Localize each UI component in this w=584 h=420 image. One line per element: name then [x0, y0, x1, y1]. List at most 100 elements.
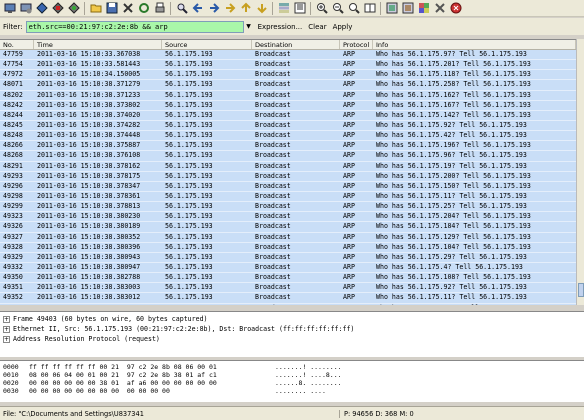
display-filters-icon[interactable] — [400, 1, 415, 15]
restart-capture-icon[interactable] — [66, 1, 81, 15]
chevron-down-icon: ▼ — [246, 23, 251, 30]
table-row[interactable]: 49326 2011-03-16 15:10:38.380189 56.1.175.… — [0, 222, 576, 233]
table-row[interactable]: 49299 2011-03-16 15:10:38.378813 56.1.175.… — [0, 202, 576, 213]
table-row[interactable]: 47754 2011-03-16 15:10:33.581443 56.1.175.… — [0, 60, 576, 71]
preferences-icon[interactable] — [432, 1, 447, 15]
cell-source: 56.1.175.193 — [165, 293, 213, 302]
hex-ascii[interactable]: ........ .... — [275, 387, 326, 395]
table-row[interactable]: 47759 2011-03-16 15:10:33.367038 56.1.175.… — [0, 50, 576, 61]
cell-info: Who has 56.1.175.29? Tell 56.1.175.193 — [376, 252, 527, 261]
column-header-time[interactable]: Time — [34, 40, 162, 49]
table-row[interactable]: 49296 2011-03-16 15:10:38.378347 56.1.175.… — [0, 181, 576, 192]
capture-filters-icon[interactable] — [384, 1, 399, 15]
cell-destination: Broadcast — [255, 141, 291, 150]
hex-ascii[interactable]: .......! ........ — [275, 363, 342, 371]
go-last-icon[interactable] — [254, 1, 269, 15]
table-row[interactable]: 49323 2011-03-16 15:10:38.380230 56.1.175.… — [0, 212, 576, 223]
scrollbar-thumb[interactable] — [578, 283, 584, 297]
go-forward-icon[interactable] — [206, 1, 221, 15]
find-icon[interactable] — [174, 1, 189, 15]
expand-icon[interactable]: + — [3, 325, 10, 333]
detail-arp[interactable]: + Address Resolution Protocol (request) — [0, 334, 584, 344]
cell-source: 56.1.175.193 — [165, 242, 213, 251]
table-row[interactable]: 48268 2011-03-16 15:10:38.376108 56.1.175.… — [0, 151, 576, 162]
open-file-icon[interactable] — [88, 1, 103, 15]
table-row[interactable]: 49352 2011-03-16 15:10:38.383012 56.1.175.… — [0, 293, 576, 304]
zoom-out-icon[interactable] — [330, 1, 345, 15]
table-row[interactable]: 48244 2011-03-16 15:10:38.374020 56.1.175.… — [0, 110, 576, 121]
cell-no: 49352 — [3, 293, 23, 302]
table-row[interactable]: 48071 2011-03-16 15:10:38.371279 56.1.175.… — [0, 80, 576, 91]
zoom-in-icon[interactable] — [314, 1, 329, 15]
hex-bytes[interactable]: ff ff ff ff ff ff 00 21 97 c2 2e 8b 08 0… — [29, 363, 275, 371]
table-row[interactable]: 48266 2011-03-16 15:10:38.375887 56.1.175.… — [0, 141, 576, 152]
clear-button[interactable]: Clear — [308, 23, 326, 31]
table-row[interactable]: 49328 2011-03-16 15:10:38.380396 56.1.175.… — [0, 242, 576, 253]
filter-dropdown-button[interactable]: ▼ — [244, 21, 254, 33]
cell-info: Who has 56.1.175.25? Tell 56.1.175.193 — [376, 202, 527, 211]
options-icon[interactable] — [18, 1, 33, 15]
table-row[interactable]: 49293 2011-03-16 15:10:38.378175 56.1.175.… — [0, 171, 576, 182]
cell-time: 2011-03-16 15:10:38.383003 — [37, 283, 141, 292]
table-row[interactable]: 48202 2011-03-16 15:10:38.371233 56.1.175.… — [0, 90, 576, 101]
table-row[interactable]: 493742011-03-16 15:10:38.38494156.1.175.… — [0, 303, 576, 305]
table-row[interactable]: 49327 2011-03-16 15:10:38.380352 56.1.175.… — [0, 232, 576, 243]
resize-columns-icon[interactable] — [362, 1, 377, 15]
cell-info: Who has 56.1.175.42? Tell 56.1.175.193 — [376, 131, 527, 140]
cell-time: 2011-03-16 15:10:33.581443 — [37, 60, 141, 69]
column-header-protocol[interactable]: Protocol — [340, 40, 373, 49]
apply-button[interactable]: Apply — [333, 23, 353, 31]
table-row[interactable]: 49332 2011-03-16 15:10:38.380947 56.1.175.… — [0, 262, 576, 274]
cell-info: Who has 56.1.175.11? Tell 56.1.175.193 — [376, 191, 527, 200]
hex-ascii[interactable]: ......8. ........ — [275, 379, 342, 387]
auto-scroll-icon[interactable] — [292, 1, 307, 15]
detail-frame[interactable]: + Frame 49403 (60 bytes on wire, 60 byte… — [0, 314, 584, 324]
packet-list-scrollbar[interactable] — [576, 39, 584, 305]
table-row[interactable]: 49329 2011-03-16 15:10:38.380943 56.1.175.… — [0, 252, 576, 263]
go-back-icon[interactable] — [190, 1, 205, 15]
hex-ascii[interactable]: .......! ....8... — [275, 371, 342, 379]
cell-protocol: ARP — [343, 120, 355, 129]
hex-bytes[interactable]: 08 00 06 04 00 01 00 21 97 c2 2e 8b 38 0… — [29, 371, 275, 379]
table-row[interactable]: 48242 2011-03-16 15:10:38.373802 56.1.175.… — [0, 100, 576, 111]
column-header-source[interactable]: Source — [162, 40, 252, 49]
table-row[interactable]: 49350 2011-03-16 15:10:38.382788 56.1.175.… — [0, 273, 576, 284]
expand-icon[interactable]: + — [3, 315, 10, 323]
detail-ethernet[interactable]: + Ethernet II, Src: 56.1.175.193 (00:21:… — [0, 324, 584, 334]
table-row[interactable]: 48248 2011-03-16 15:10:38.374448 56.1.175.… — [0, 131, 576, 142]
expression-button[interactable]: Expression... — [258, 23, 303, 31]
go-first-icon[interactable] — [238, 1, 253, 15]
table-row[interactable]: 48245 2011-03-16 15:10:38.374282 56.1.175.… — [0, 120, 576, 132]
cell-protocol: ARP — [343, 50, 355, 58]
cell-no: 48242 — [3, 100, 23, 109]
table-row[interactable]: 47972 2011-03-16 15:10:34.150005 56.1.175.… — [0, 70, 576, 81]
table-row[interactable]: 49298 2011-03-16 15:10:38.378361 56.1.175.… — [0, 191, 576, 203]
close-file-icon[interactable] — [120, 1, 135, 15]
normal-size-icon[interactable] — [346, 1, 361, 15]
coloring-rules-icon[interactable] — [416, 1, 431, 15]
table-row[interactable]: 48291 2011-03-16 15:10:38.378162 56.1.175.… — [0, 161, 576, 172]
cell-destination: Broadcast — [255, 60, 291, 69]
packet-list[interactable]: No. Time Source Destination Protocol Inf… — [0, 39, 576, 305]
column-header-no[interactable]: No. — [0, 40, 34, 49]
stop-capture-icon[interactable] — [50, 1, 65, 15]
hex-bytes[interactable]: 00 00 00 00 00 00 00 00 00 00 00 00 — [29, 387, 275, 395]
start-capture-icon[interactable] — [34, 1, 49, 15]
print-icon[interactable] — [152, 1, 167, 15]
cell-no: 48244 — [3, 110, 23, 119]
cell-time: 2011-03-16 15:10:33.367038 — [37, 50, 141, 58]
hex-bytes[interactable]: 00 00 00 00 00 00 38 01 af a6 00 00 00 0… — [29, 379, 275, 387]
column-header-destination[interactable]: Destination — [252, 40, 340, 49]
go-to-packet-icon[interactable] — [222, 1, 237, 15]
help-icon[interactable] — [448, 1, 463, 15]
table-row[interactable]: 49351 2011-03-16 15:10:38.383003 56.1.175.… — [0, 283, 576, 294]
reload-icon[interactable] — [136, 1, 151, 15]
column-header-info[interactable]: Info — [373, 40, 576, 49]
cell-info: Who has 56.1.175.162? Tell 56.1.175.193 — [376, 90, 531, 99]
interfaces-icon[interactable] — [2, 1, 17, 15]
cell-info: Who has 56.1.175.92? Tell 56.1.175.193 — [376, 120, 527, 129]
colorize-icon[interactable] — [276, 1, 291, 15]
save-file-icon[interactable] — [104, 1, 119, 15]
filter-input[interactable]: eth.src==00:21:97:c2:2e:8b && arp — [25, 20, 244, 33]
expand-icon[interactable]: + — [3, 335, 10, 343]
